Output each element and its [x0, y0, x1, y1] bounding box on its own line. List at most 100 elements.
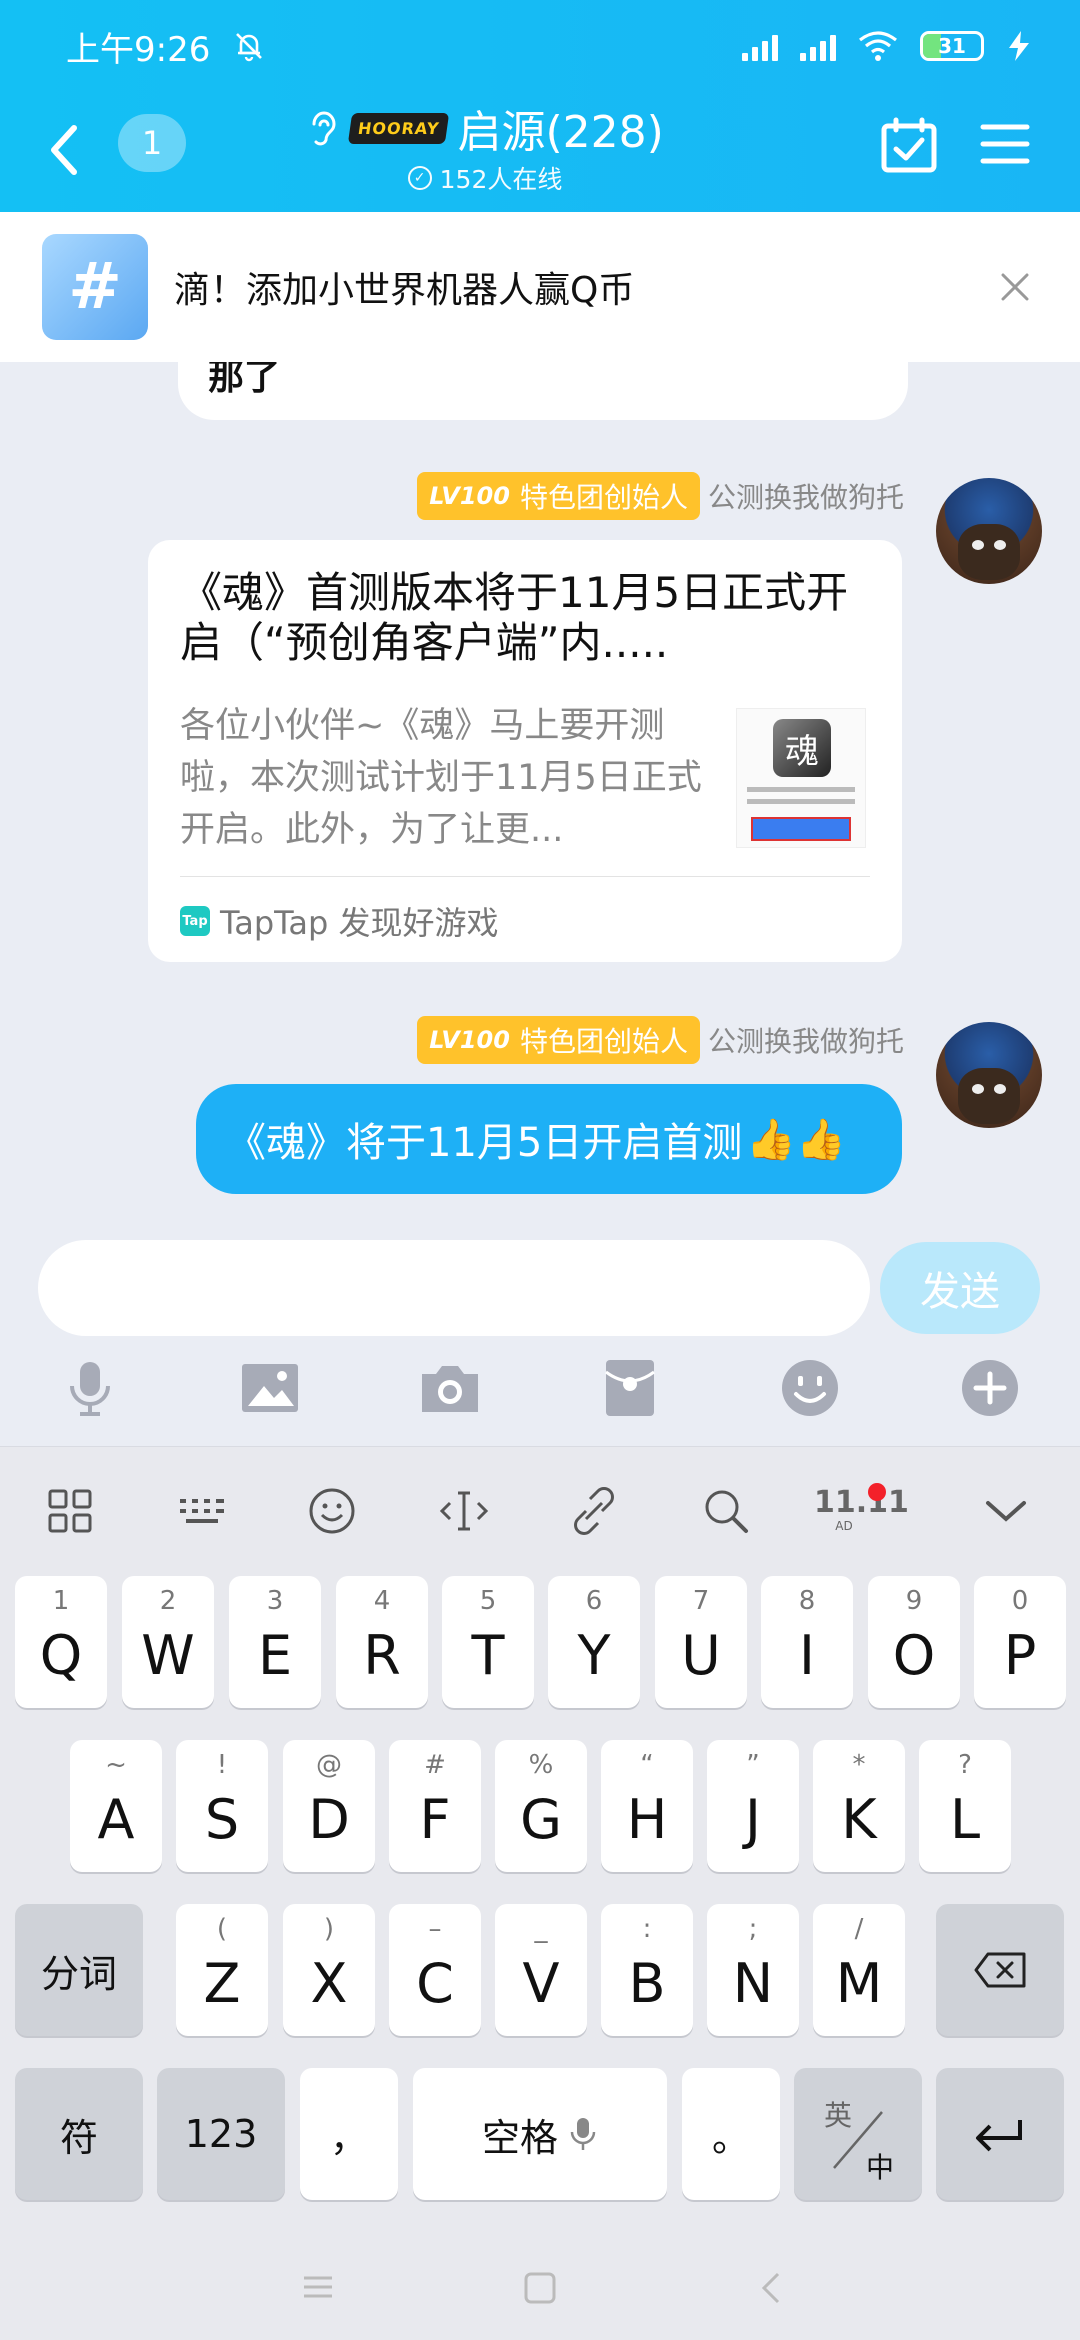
- key-m[interactable]: / M: [813, 1904, 905, 2036]
- key-f[interactable]: # F: [389, 1740, 481, 1872]
- camera-icon[interactable]: [418, 1356, 482, 1420]
- previous-message-text: 那了: [208, 362, 281, 398]
- microphone-small-icon: [570, 2118, 596, 2150]
- key-j[interactable]: ” J: [707, 1740, 799, 1872]
- back-nav-icon[interactable]: [756, 2270, 786, 2306]
- key-h[interactable]: “H: [601, 1740, 693, 1872]
- card-description: 各位小伙伴~《魂》马上要开测啦，本次测试计划于11月5日正式开启。此外，为了让更…: [180, 706, 702, 850]
- microphone-icon[interactable]: [58, 1356, 122, 1420]
- enter-key[interactable]: [936, 2068, 1064, 2200]
- battery-level: 31: [938, 34, 966, 58]
- card-title: 《魂》首测版本将于11月5日正式开启（“预创角客户端”内.....: [180, 568, 849, 667]
- key-z[interactable]: (Z: [176, 1904, 268, 2036]
- period-key[interactable]: 。: [682, 2068, 780, 2200]
- key-n[interactable]: ; N: [707, 1904, 799, 2036]
- space-key[interactable]: 空格: [413, 2068, 667, 2200]
- ear-icon: [312, 111, 336, 146]
- key-w[interactable]: 2W: [122, 1576, 214, 1708]
- key-d[interactable]: @ D: [283, 1740, 375, 1872]
- key-v[interactable]: _ V: [495, 1904, 587, 2036]
- online-count: 152人在线: [439, 165, 563, 194]
- image-icon[interactable]: [238, 1356, 302, 1420]
- chat-header: 上午9:26 31 1 HOORAY 启源(228) ✓ 152人在线: [0, 0, 1080, 212]
- group-title[interactable]: HOORAY 启源(228) ✓ 152人在线: [270, 92, 700, 196]
- key-c[interactable]: – C: [389, 1904, 481, 2036]
- symbol-key[interactable]: 符: [15, 2068, 143, 2200]
- key-p[interactable]: 0P: [974, 1576, 1066, 1708]
- key-x[interactable]: ) X: [283, 1904, 375, 2036]
- key-b[interactable]: :B: [601, 1904, 693, 2036]
- segment-key[interactable]: 分词: [15, 1904, 143, 2036]
- key-l[interactable]: ? L: [919, 1740, 1011, 1872]
- composer: 发送: [0, 1226, 1080, 1448]
- avatar[interactable]: [936, 478, 1042, 584]
- comma-key[interactable]: ，: [300, 2068, 398, 2200]
- keyboard: 1Q 2W 3E 4R 5T 6Y 7U 8I 9O 0P ~ A ! S @ D #…: [0, 1576, 1080, 2236]
- notification-dot: [868, 1483, 886, 1501]
- chat-message-list[interactable]: 那了 LV100 特色团创始人 公测换我做狗托 《魂》首测版本将于11月5日正式…: [0, 362, 1080, 1242]
- key-q[interactable]: 1Q: [15, 1576, 107, 1708]
- key-e[interactable]: 3E: [229, 1576, 321, 1708]
- card-source: Tap TapTap 发现好游戏: [180, 898, 499, 944]
- recent-apps-icon[interactable]: [300, 2272, 336, 2302]
- number-key[interactable]: 123: [157, 2068, 285, 2200]
- avatar[interactable]: [936, 1022, 1042, 1128]
- card-source-label: TapTap 发现好游戏: [220, 904, 499, 942]
- key-o[interactable]: 9O: [868, 1576, 960, 1708]
- emoji-icon[interactable]: [778, 1356, 842, 1420]
- key-a[interactable]: ~ A: [70, 1740, 162, 1872]
- message-bubble[interactable]: 《魂》将于11月5日开启首测 👍👍: [196, 1084, 902, 1194]
- key-s[interactable]: ! S: [176, 1740, 268, 1872]
- backspace-key[interactable]: [936, 1904, 1064, 2036]
- taptap-icon: Tap: [180, 906, 210, 936]
- cursor-move-icon[interactable]: [438, 1485, 490, 1537]
- calendar-check-icon[interactable]: [880, 116, 938, 176]
- title-badge-text: 特色团创始人: [519, 481, 688, 514]
- keyboard-toolbar: 11.11 AD: [0, 1446, 1080, 1576]
- key-k[interactable]: * K: [813, 1740, 905, 1872]
- grid-apps-icon[interactable]: [44, 1485, 96, 1537]
- chevron-down-icon[interactable]: [980, 1485, 1032, 1537]
- sender-name[interactable]: 公测换我做狗托: [708, 476, 904, 516]
- send-button[interactable]: 发送: [880, 1242, 1040, 1334]
- key-i[interactable]: 8I: [761, 1576, 853, 1708]
- mute-bell-icon: [236, 33, 263, 62]
- key-u[interactable]: 7U: [655, 1576, 747, 1708]
- online-status: ✓ 152人在线: [270, 160, 700, 196]
- menu-icon[interactable]: [980, 122, 1030, 166]
- key-g[interactable]: % G: [495, 1740, 587, 1872]
- emoji-face-icon[interactable]: [306, 1485, 358, 1537]
- wifi-icon: [859, 31, 897, 61]
- message-sender-row: LV100 特色团创始人 公测换我做狗托: [417, 472, 904, 520]
- hd-signal-icon: [742, 31, 778, 61]
- plus-icon[interactable]: [958, 1356, 1022, 1420]
- keyboard-layout-icon[interactable]: [176, 1485, 228, 1537]
- key-t[interactable]: 5T: [442, 1576, 534, 1708]
- banner-text: 滴！添加小世界机器人赢Q币: [174, 270, 635, 311]
- level-badge: LV100: [429, 1026, 510, 1054]
- status-time: 上午9:26: [66, 29, 211, 70]
- game-logo: 魂: [773, 719, 831, 777]
- sender-name[interactable]: 公测换我做狗托: [708, 1020, 904, 1060]
- enter-icon: [976, 2120, 1022, 2152]
- status-bar: 上午9:26 31: [0, 0, 1080, 92]
- promo-11-11-badge[interactable]: 11.11 AD: [814, 1483, 909, 1539]
- level-badge: LV100: [429, 482, 510, 510]
- red-packet-icon[interactable]: [598, 1356, 662, 1420]
- key-r[interactable]: 4R: [336, 1576, 428, 1708]
- backspace-icon: [974, 1952, 1026, 1988]
- back-arrow-icon[interactable]: [44, 120, 84, 180]
- shared-link-card[interactable]: 《魂》首测版本将于11月5日正式开启（“预创角客户端”内..... 各位小伙伴~…: [148, 540, 902, 962]
- previous-message-bubble[interactable]: 那了: [178, 362, 908, 420]
- clipboard-link-icon[interactable]: [568, 1485, 620, 1537]
- language-switch-key[interactable]: 英 中: [794, 2068, 922, 2200]
- unread-count-badge[interactable]: 1: [118, 114, 186, 172]
- close-icon[interactable]: [990, 262, 1040, 312]
- home-icon[interactable]: [522, 2270, 558, 2306]
- robot-promo-banner[interactable]: # 滴！添加小世界机器人赢Q币: [0, 212, 1080, 362]
- nav-bar: 1 HOORAY 启源(228) ✓ 152人在线: [0, 92, 1080, 212]
- key-y[interactable]: 6Y: [548, 1576, 640, 1708]
- card-divider: [180, 876, 870, 877]
- message-input[interactable]: [38, 1240, 870, 1336]
- search-icon[interactable]: [700, 1485, 752, 1537]
